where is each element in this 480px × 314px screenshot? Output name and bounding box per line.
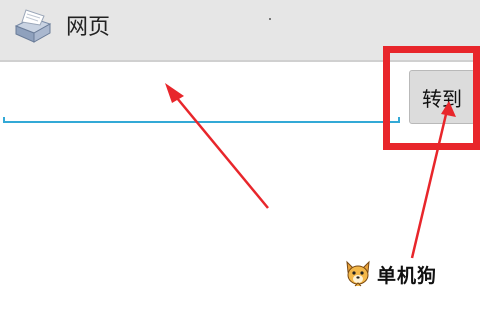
arrow-to-input <box>165 83 269 209</box>
watermark: 单机狗 <box>343 258 437 290</box>
arrow-to-go-button <box>410 101 456 259</box>
screen: 网页 转到 单机狗 <box>0 0 480 314</box>
watermark-text: 单机狗 <box>377 264 438 287</box>
dog-mascot-icon <box>346 260 370 287</box>
